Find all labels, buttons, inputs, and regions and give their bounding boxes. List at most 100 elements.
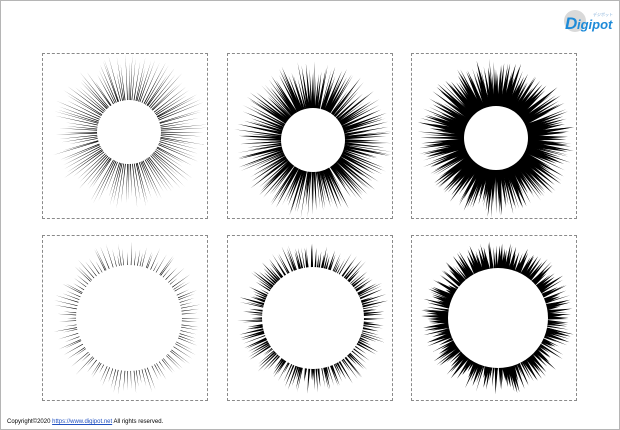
burst-ray: [158, 127, 207, 131]
burst-ray: [332, 257, 341, 274]
burst-ray: [168, 349, 186, 364]
burst-ray: [74, 266, 93, 284]
burst-ray: [54, 305, 79, 310]
burst-ray: [131, 161, 138, 208]
burst-ray: [178, 302, 193, 307]
burst-center-circle: [262, 267, 364, 369]
burst-ray: [321, 246, 327, 271]
burst-ray: [359, 294, 387, 304]
burst-illustration-5: [237, 243, 389, 394]
burst-ray: [156, 143, 199, 162]
burst-ray: [138, 368, 142, 384]
burst-ray: [117, 368, 123, 396]
burst-ray: [136, 249, 141, 268]
burst-ray: [62, 328, 80, 333]
burst-ray: [130, 241, 132, 268]
burst-ray: [91, 156, 113, 188]
burst-ray: [316, 366, 321, 387]
burst-ray: [249, 308, 265, 313]
burst-ray: [150, 363, 159, 380]
burst-ray: [161, 356, 175, 373]
burst-ray: [150, 152, 185, 187]
burst-ray: [64, 131, 99, 133]
burst-ray: [144, 64, 169, 107]
burst-ray: [160, 357, 174, 374]
burst-ray: [67, 345, 87, 360]
burst-ray: [179, 304, 202, 309]
burst-ray: [361, 317, 385, 320]
burst-ray: [65, 290, 83, 298]
burst-ray: [307, 366, 311, 394]
burst-ray: [110, 367, 117, 389]
burst-ray: [79, 153, 109, 183]
cell-5: [227, 235, 393, 401]
burst-ray: [105, 244, 115, 270]
burst-ray: [58, 338, 83, 350]
burst-ray: [155, 97, 196, 119]
burst-ray: [121, 248, 125, 268]
burst-ray: [492, 365, 495, 387]
burst-ray: [313, 169, 317, 211]
burst-ray: [138, 160, 152, 199]
burst-ray: [125, 161, 129, 203]
burst-ray: [64, 149, 105, 179]
burst-ray: [179, 312, 198, 315]
svg-text:D: D: [565, 14, 577, 33]
burst-ray: [78, 259, 96, 280]
burst-ray: [237, 319, 265, 321]
burst-ray: [315, 366, 318, 393]
burst-illustration-2: [234, 61, 392, 218]
burst-ray: [125, 54, 128, 103]
burst-ray: [343, 355, 362, 378]
burst-ray: [62, 283, 84, 296]
cell-3: [411, 53, 577, 219]
burst-ray: [143, 366, 153, 393]
burst-ray: [493, 247, 496, 271]
burst-ray: [239, 297, 267, 306]
burst-ray: [130, 368, 132, 389]
burst-ray: [148, 153, 181, 189]
burst-ray: [99, 64, 118, 105]
burst-ray: [74, 278, 88, 289]
cell-4: [42, 235, 208, 401]
burst-center-circle: [448, 268, 548, 368]
burst-ray: [159, 257, 175, 278]
site-link[interactable]: https://www.digipot.net: [52, 419, 112, 425]
burst-ray: [86, 71, 112, 108]
burst-ray: [87, 358, 99, 373]
burst-ray: [141, 247, 147, 269]
burst-ray: [59, 134, 100, 140]
burst-ray: [128, 162, 130, 201]
burst-illustration-6: [421, 241, 574, 395]
burst-ray: [348, 351, 368, 370]
burst-ray: [179, 318, 201, 319]
burst-ray: [81, 79, 110, 110]
burst-ray: [287, 245, 298, 272]
burst-ray: [64, 324, 79, 327]
burst-ray: [109, 160, 122, 206]
burst-ray: [179, 308, 200, 312]
burst-ray: [328, 254, 336, 273]
cell-1: [42, 53, 208, 219]
burst-ray: [314, 247, 317, 270]
burst-ray: [53, 326, 79, 332]
burst-illustration-1: [52, 54, 207, 209]
burst-ray: [158, 124, 207, 130]
burst-center-circle: [464, 106, 528, 170]
burst-center-circle: [281, 108, 345, 172]
burst-ray: [63, 342, 85, 355]
burst-ray: [95, 261, 104, 275]
burst-ray: [146, 67, 175, 108]
burst-ray: [154, 254, 167, 275]
burst-ray: [359, 333, 385, 343]
burst-ray: [150, 82, 183, 112]
burst-ray: [179, 326, 199, 331]
burst-ray: [148, 73, 183, 111]
burst-ray: [145, 74, 168, 108]
burst-ray: [164, 353, 181, 371]
svg-text:igipot: igipot: [577, 17, 613, 32]
burst-ray: [108, 55, 122, 104]
copyright-text: Copyright©2020: [7, 419, 51, 425]
burst-ray: [250, 314, 265, 316]
burst-ray: [59, 320, 79, 322]
